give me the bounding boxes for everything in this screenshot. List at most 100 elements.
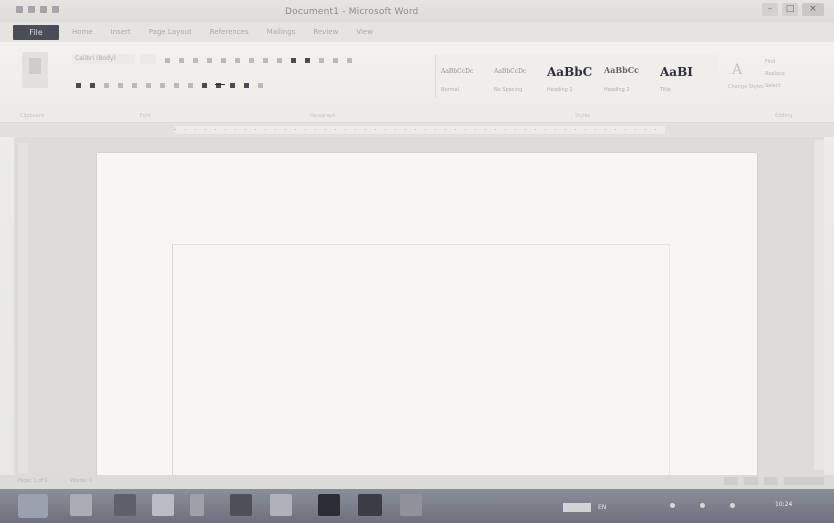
system-tray: EN 10:24 (560, 489, 834, 523)
align-right-icon[interactable] (230, 83, 235, 88)
shading-icon[interactable] (333, 58, 338, 63)
font-name-select[interactable]: Calibri (Body) (72, 54, 135, 64)
page-count[interactable]: Page: 1 of 1 (18, 478, 48, 484)
style-heading-1[interactable]: AaBbC Heading 1 (547, 54, 599, 98)
zoom-slider[interactable] (784, 477, 824, 485)
start-button[interactable] (18, 494, 48, 518)
line-spacing-icon[interactable] (319, 58, 324, 63)
style-label: Heading 1 (547, 87, 573, 93)
clock[interactable]: 10:24 (775, 501, 792, 508)
numbering-icon[interactable] (235, 58, 240, 63)
paste-button[interactable] (22, 52, 48, 88)
style-heading-2[interactable]: AaBbCc Heading 2 (604, 54, 652, 98)
ribbon-tab-row: File Home Insert Page Layout References … (0, 22, 834, 42)
font-format-icons-row1 (165, 58, 352, 63)
borders-icon[interactable] (347, 58, 352, 63)
style-label: No Spacing (494, 87, 523, 93)
browser-icon[interactable] (70, 494, 92, 516)
volume-icon[interactable] (700, 503, 705, 508)
select-button[interactable]: Select (765, 80, 785, 92)
style-title[interactable]: AaBI Title (660, 54, 714, 98)
web-layout-icon[interactable] (764, 477, 778, 485)
text-effects-icon[interactable] (160, 83, 165, 88)
style-preview: AaBI (660, 65, 693, 79)
battery-icon[interactable] (730, 503, 735, 508)
style-preview: AaBbC (547, 65, 593, 79)
clear-format-icon[interactable] (207, 58, 212, 63)
bullets-icon[interactable] (221, 58, 226, 63)
undo-icon[interactable] (40, 6, 47, 13)
italic-icon[interactable] (90, 83, 95, 88)
sort-icon[interactable] (291, 58, 296, 63)
editing-group: Find Replace Select (765, 56, 785, 92)
save-icon[interactable] (28, 6, 35, 13)
strikethrough-icon[interactable] (118, 83, 123, 88)
ruler-scale (175, 126, 665, 134)
read-mode-icon[interactable] (744, 477, 758, 485)
network-icon[interactable] (670, 503, 675, 508)
text-area-margins[interactable] (172, 244, 670, 475)
justify-icon[interactable] (244, 83, 249, 88)
user-icon[interactable] (400, 494, 422, 516)
redo-icon[interactable] (52, 6, 59, 13)
superscript-icon[interactable] (146, 83, 151, 88)
tab-review[interactable]: Review (313, 28, 338, 36)
grow-font-icon[interactable] (165, 58, 170, 63)
style-preview: AaBbCc (604, 65, 639, 75)
increase-indent-icon[interactable] (277, 58, 282, 63)
maximize-button[interactable]: □ (782, 3, 798, 16)
shrink-font-icon[interactable] (179, 58, 184, 63)
language-indicator[interactable]: EN (598, 504, 606, 511)
change-case-icon[interactable] (193, 58, 198, 63)
folder-icon[interactable] (114, 494, 136, 516)
vertical-ruler (18, 143, 28, 473)
highlight-icon[interactable] (174, 83, 179, 88)
multilevel-icon[interactable] (249, 58, 254, 63)
subscript-icon[interactable] (132, 83, 137, 88)
style-normal[interactable]: AaBbCcDc Normal (441, 54, 487, 98)
tab-mailings[interactable]: Mailings (267, 28, 296, 36)
minimize-button[interactable]: – (762, 3, 778, 16)
horizontal-ruler (0, 123, 834, 137)
tab-home[interactable]: Home (72, 28, 93, 36)
document-icon[interactable] (318, 494, 340, 516)
keyboard-indicator[interactable] (563, 503, 591, 512)
font-format-icons-row2 (76, 83, 263, 88)
decrease-indent-icon[interactable] (263, 58, 268, 63)
vertical-scrollbar[interactable] (814, 140, 824, 470)
font-color-underline-icon (215, 84, 225, 85)
change-styles-button[interactable]: Change Styles (728, 60, 764, 90)
window-controls: – □ × (762, 3, 824, 16)
title-bar: Document1 - Microsoft Word – □ × (0, 0, 834, 22)
style-label: Normal (441, 87, 460, 93)
screen: Document1 - Microsoft Word – □ × File Ho… (0, 0, 834, 523)
tab-view[interactable]: View (356, 28, 373, 36)
font-color-icon[interactable] (188, 83, 193, 88)
align-left-icon[interactable] (202, 83, 207, 88)
replace-button[interactable]: Replace (765, 68, 785, 80)
ribbon-group-labels: Clipboard Font Paragraph Styles Editing (0, 112, 834, 122)
tab-references[interactable]: References (210, 28, 249, 36)
font-size-select[interactable] (140, 54, 156, 64)
word-count[interactable]: Words: 0 (70, 478, 92, 484)
media-icon[interactable] (152, 494, 174, 516)
close-button[interactable]: × (802, 3, 824, 16)
paint-icon[interactable] (270, 494, 292, 516)
picture-icon[interactable] (358, 494, 382, 516)
find-button[interactable]: Find (765, 56, 785, 68)
taskbar: EN 10:24 (0, 489, 834, 523)
tab-page-layout[interactable]: Page Layout (149, 28, 192, 36)
paragraph-spacing-icon[interactable] (258, 83, 263, 88)
group-label-editing: Editing (775, 113, 793, 119)
tab-file[interactable]: File (13, 25, 59, 40)
bold-icon[interactable] (76, 83, 81, 88)
word-taskbar-icon[interactable] (230, 494, 252, 516)
word-icon[interactable] (16, 6, 23, 13)
tab-insert[interactable]: Insert (111, 28, 131, 36)
style-no-spacing[interactable]: AaBbCcDc No Spacing (494, 54, 540, 98)
style-label: Heading 2 (604, 87, 630, 93)
app-icon[interactable] (190, 494, 204, 516)
show-marks-icon[interactable] (305, 58, 310, 63)
underline-icon[interactable] (104, 83, 109, 88)
print-layout-icon[interactable] (724, 477, 738, 485)
